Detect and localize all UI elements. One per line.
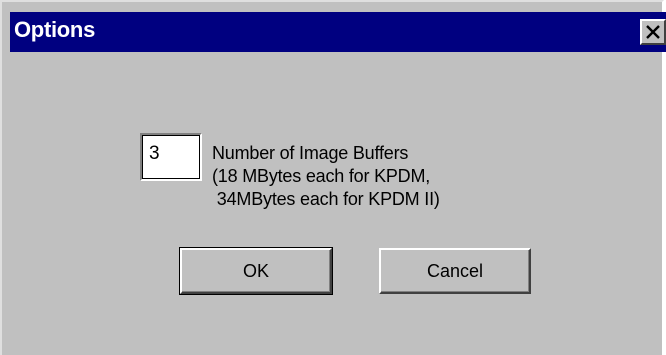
window-title: Options xyxy=(14,17,96,42)
kpdm-size-note: (18 MBytes each for KPDM, xyxy=(212,166,431,186)
ok-button[interactable]: OK xyxy=(179,247,333,295)
image-buffers-input[interactable]: 3 xyxy=(140,133,202,181)
image-buffers-label: Number of Image Buffers xyxy=(212,143,409,163)
title-bar[interactable]: Options xyxy=(10,12,666,52)
cancel-button[interactable]: Cancel xyxy=(379,248,531,294)
close-button[interactable] xyxy=(640,19,666,45)
options-dialog: Options 3 Number of Image Buffers (18 MB… xyxy=(0,0,666,355)
kpdm-ii-size-note: 34MBytes each for KPDM II) xyxy=(212,189,440,209)
